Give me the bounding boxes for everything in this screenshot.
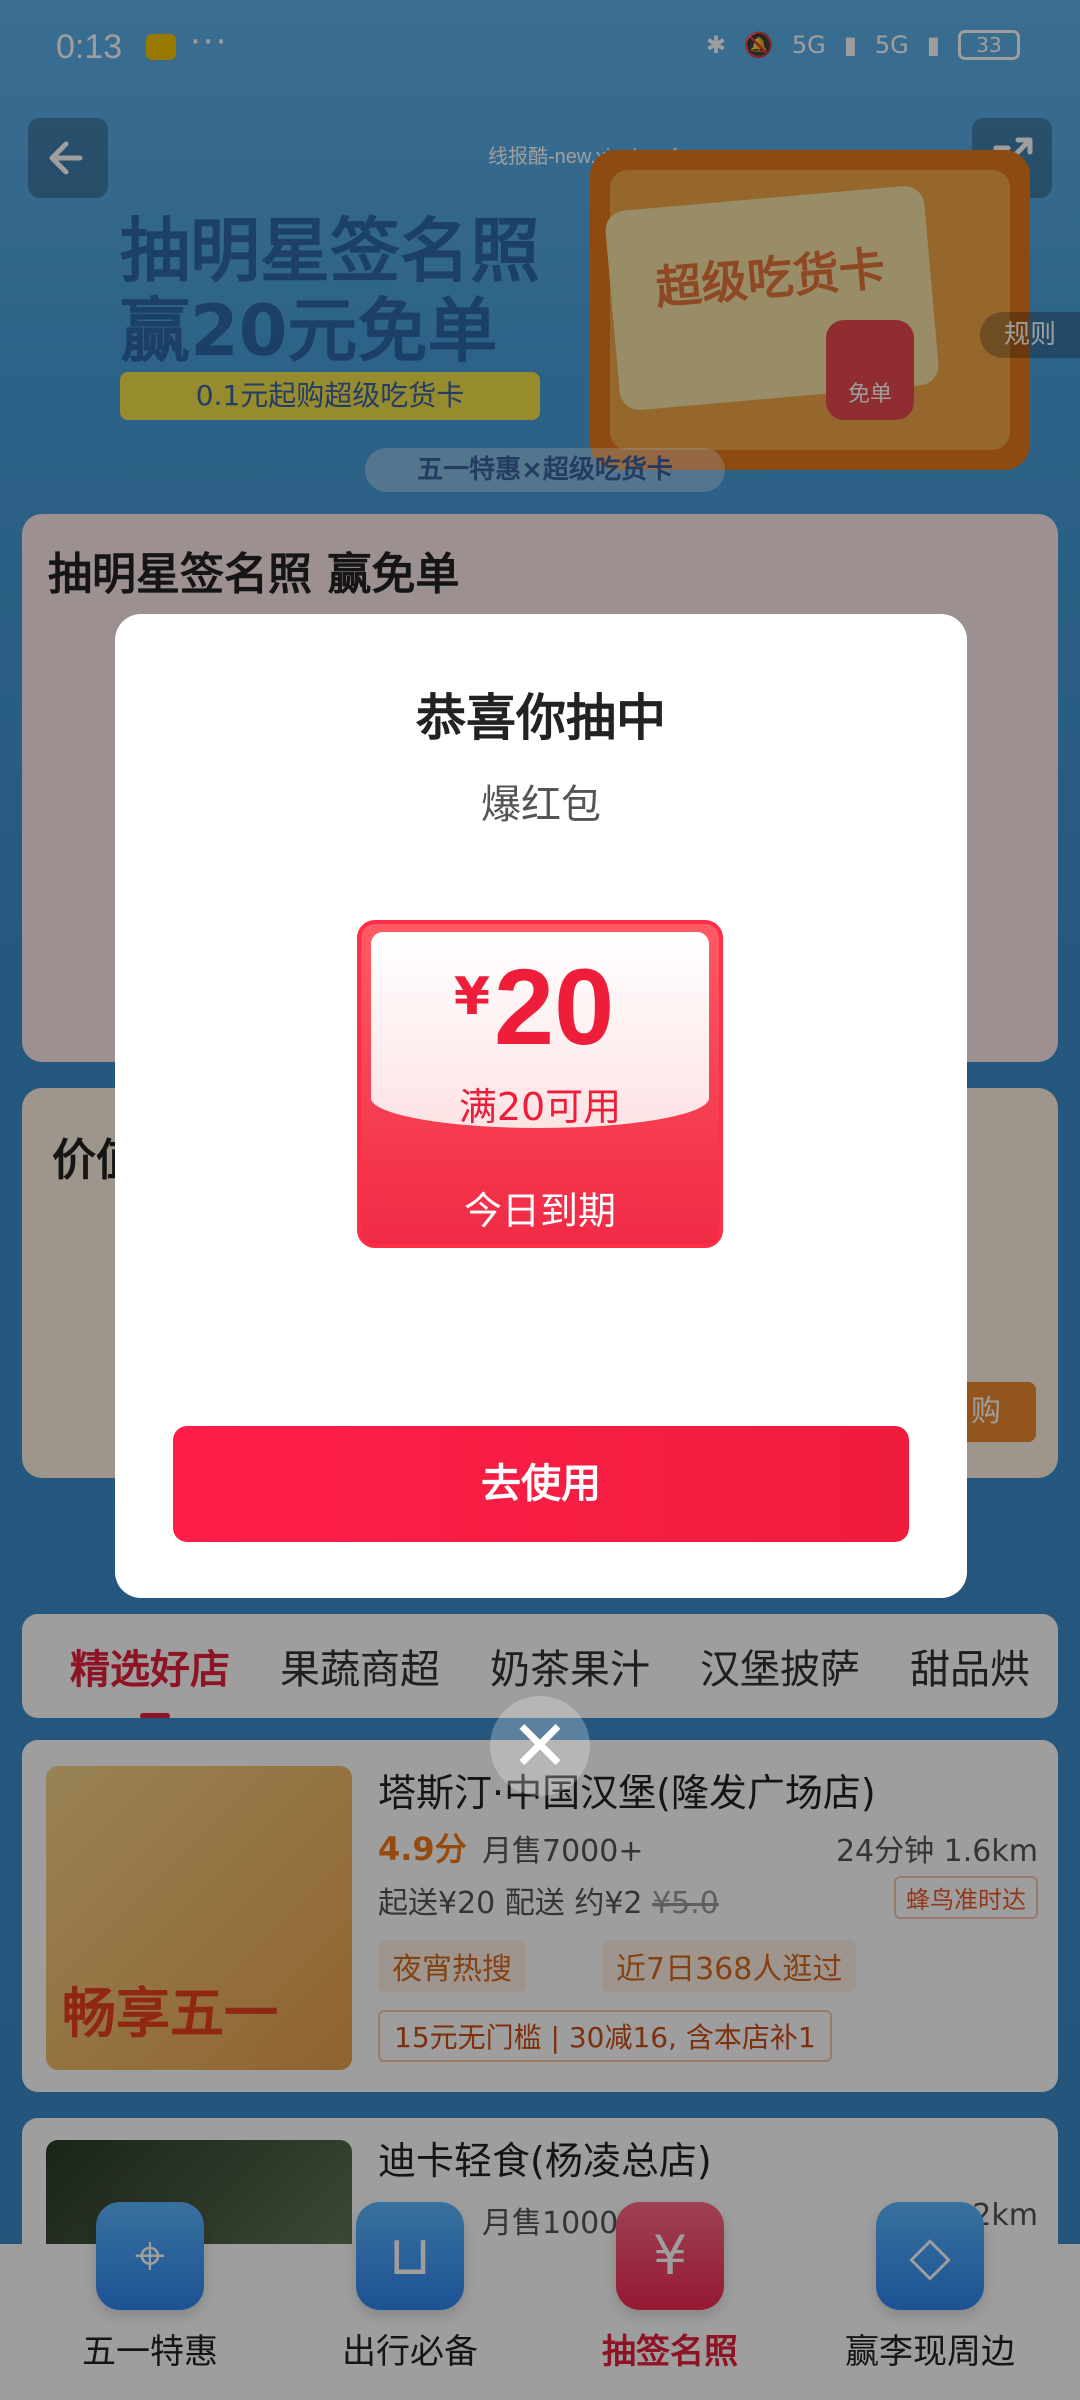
prize-modal: 恭喜你抽中 爆红包 ¥20 满20可用 今日到期 去使用 <box>115 614 967 1598</box>
use-coupon-button[interactable]: 去使用 <box>173 1426 909 1542</box>
coupon-amount: ¥20 <box>361 944 707 1069</box>
modal-title: 恭喜你抽中 <box>416 689 666 747</box>
coupon-value: 20 <box>494 946 615 1067</box>
close-modal-button[interactable]: ✕ <box>490 1696 590 1796</box>
red-packet-coupon: ¥20 满20可用 今日到期 <box>357 920 723 1248</box>
coupon-expiry: 今日到期 <box>463 1189 616 1233</box>
coupon-currency: ¥ <box>453 967 491 1027</box>
modal-subtitle: 爆红包 <box>481 782 601 828</box>
coupon-condition: 满20可用 <box>458 1085 622 1129</box>
